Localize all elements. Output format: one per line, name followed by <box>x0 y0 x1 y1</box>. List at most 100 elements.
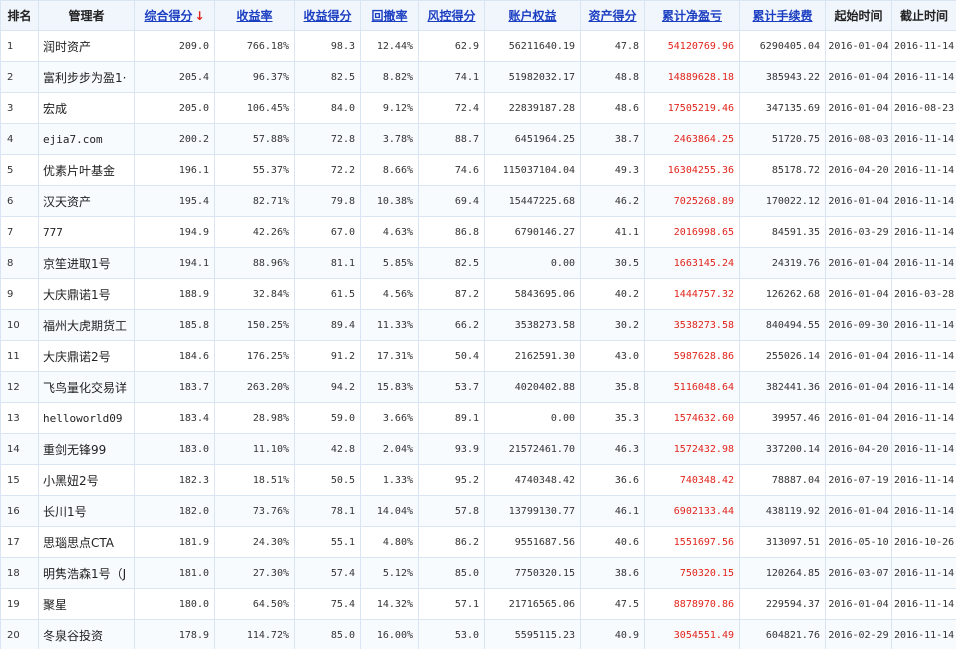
cell-fees: 170022.12 <box>739 185 826 217</box>
sort-fees-link[interactable]: 累计手续费 <box>752 9 812 23</box>
cell-start-date: 2016-04-20 <box>825 154 892 186</box>
cell-return-score: 81.1 <box>294 247 361 279</box>
cell-manager[interactable]: 聚星 <box>38 588 135 620</box>
cell-asset-score: 35.3 <box>580 402 645 434</box>
cell-end-date: 2016-11-14 <box>891 495 956 527</box>
cell-drawdown: 3.78% <box>360 123 419 155</box>
header-rank: 排名 <box>0 0 39 31</box>
cell-manager[interactable]: 777 <box>38 216 135 248</box>
header-composite-score[interactable]: 综合得分 ↓ <box>134 0 215 31</box>
cell-return-score: 75.4 <box>294 588 361 620</box>
header-risk-score[interactable]: 风控得分 <box>418 0 485 31</box>
cell-return-score: 72.8 <box>294 123 361 155</box>
cell-composite-score: 205.0 <box>134 92 215 124</box>
cell-return-score: 59.0 <box>294 402 361 434</box>
cell-rank: 12 <box>0 371 39 403</box>
cell-fees: 84591.35 <box>739 216 826 248</box>
cell-manager[interactable]: 小黑妞2号 <box>38 464 135 496</box>
sort-composite-link[interactable]: 综合得分 <box>144 9 192 23</box>
sort-return-rate-link[interactable]: 收益率 <box>236 9 272 23</box>
sort-risk-score-link[interactable]: 风控得分 <box>427 9 475 23</box>
cell-composite-score: 188.9 <box>134 278 215 310</box>
cell-rank: 3 <box>0 92 39 124</box>
cell-composite-score: 194.9 <box>134 216 215 248</box>
table-row: 8 京笙进取1号 194.1 88.96% 81.1 5.85% 82.5 0.00 30.5 1… <box>0 247 956 279</box>
cell-drawdown: 3.66% <box>360 402 419 434</box>
cell-risk-score: 74.6 <box>418 154 485 186</box>
cell-start-date: 2016-01-04 <box>825 185 892 217</box>
table-row: 14 重剑无锋99 183.0 11.10% 42.8 2.04% 93.9 21572461… <box>0 433 956 465</box>
cell-rank: 19 <box>0 588 39 620</box>
cell-start-date: 2016-04-20 <box>825 433 892 465</box>
cell-rank: 18 <box>0 557 39 589</box>
cell-risk-score: 69.4 <box>418 185 485 217</box>
table-header: 排名 管理者 综合得分 ↓ 收益率 收益得分 回撤率 风控得分 账户权益 资产得分… <box>0 0 956 31</box>
cell-manager[interactable]: 冬泉谷投资 <box>38 619 135 649</box>
sort-drawdown-link[interactable]: 回撤率 <box>371 9 407 23</box>
header-fees[interactable]: 累计手续费 <box>739 0 826 31</box>
cell-return-score: 89.4 <box>294 309 361 341</box>
cell-manager[interactable]: 明隽浩森1号（J <box>38 557 135 589</box>
cell-equity: 56211640.19 <box>484 30 581 62</box>
cell-manager[interactable]: 思瑙思点CTA <box>38 526 135 558</box>
cell-drawdown: 12.44% <box>360 30 419 62</box>
header-return-score[interactable]: 收益得分 <box>294 0 361 31</box>
cell-equity: 51982032.17 <box>484 61 581 93</box>
cell-return-score: 98.3 <box>294 30 361 62</box>
cell-return-rate: 150.25% <box>214 309 295 341</box>
cell-manager[interactable]: 汉天资产 <box>38 185 135 217</box>
cell-start-date: 2016-08-03 <box>825 123 892 155</box>
sort-asset-score-link[interactable]: 资产得分 <box>588 9 636 23</box>
cell-return-score: 85.0 <box>294 619 361 649</box>
cell-rank: 9 <box>0 278 39 310</box>
cell-manager[interactable]: 长川1号 <box>38 495 135 527</box>
header-equity[interactable]: 账户权益 <box>484 0 581 31</box>
cell-composite-score: 180.0 <box>134 588 215 620</box>
cell-fees: 313097.51 <box>739 526 826 558</box>
cell-drawdown: 4.80% <box>360 526 419 558</box>
cell-manager[interactable]: 富利步步为盈1· <box>38 61 135 93</box>
sort-return-score-link[interactable]: 收益得分 <box>303 9 351 23</box>
table-row: 1 润时资产 209.0 766.18% 98.3 12.44% 62.9 56211640.… <box>0 30 956 62</box>
cell-composite-score: 200.2 <box>134 123 215 155</box>
cell-manager[interactable]: 润时资产 <box>38 30 135 62</box>
cell-start-date: 2016-09-30 <box>825 309 892 341</box>
header-net-pnl[interactable]: 累计净盈亏 <box>644 0 740 31</box>
header-drawdown[interactable]: 回撤率 <box>360 0 419 31</box>
cell-net-pnl: 14889628.18 <box>644 61 740 93</box>
cell-fees: 85178.72 <box>739 154 826 186</box>
table-row: 7 777 194.9 42.26% 67.0 4.63% 86.8 6790146.27 41… <box>0 216 956 248</box>
cell-manager[interactable]: 飞鸟量化交易详 <box>38 371 135 403</box>
cell-manager[interactable]: 大庆鼎诺1号 <box>38 278 135 310</box>
sort-equity-link[interactable]: 账户权益 <box>508 9 556 23</box>
cell-composite-score: 182.0 <box>134 495 215 527</box>
cell-equity: 4020402.88 <box>484 371 581 403</box>
cell-return-rate: 114.72% <box>214 619 295 649</box>
table-body: 1 润时资产 209.0 766.18% 98.3 12.44% 62.9 56211640.… <box>0 30 956 649</box>
cell-manager[interactable]: 重剑无锋99 <box>38 433 135 465</box>
cell-return-rate: 42.26% <box>214 216 295 248</box>
cell-asset-score: 43.0 <box>580 340 645 372</box>
cell-manager[interactable]: 大庆鼎诺2号 <box>38 340 135 372</box>
cell-risk-score: 86.2 <box>418 526 485 558</box>
sort-net-pnl-link[interactable]: 累计净盈亏 <box>662 9 722 23</box>
cell-manager[interactable]: 福州大虎期货工 <box>38 309 135 341</box>
cell-equity: 3538273.58 <box>484 309 581 341</box>
cell-rank: 6 <box>0 185 39 217</box>
header-return-rate[interactable]: 收益率 <box>214 0 295 31</box>
cell-manager[interactable]: helloworld09 <box>38 402 135 434</box>
cell-manager[interactable]: 宏成 <box>38 92 135 124</box>
cell-asset-score: 36.6 <box>580 464 645 496</box>
header-manager: 管理者 <box>38 0 135 31</box>
table-row: 9 大庆鼎诺1号 188.9 32.84% 61.5 4.56% 87.2 5843695.0… <box>0 278 956 310</box>
cell-return-rate: 64.50% <box>214 588 295 620</box>
cell-net-pnl: 1574632.60 <box>644 402 740 434</box>
cell-equity: 6790146.27 <box>484 216 581 248</box>
cell-net-pnl: 750320.15 <box>644 557 740 589</box>
header-asset-score[interactable]: 资产得分 <box>580 0 645 31</box>
cell-drawdown: 1.33% <box>360 464 419 496</box>
cell-manager[interactable]: 优素片叶基金 <box>38 154 135 186</box>
cell-manager[interactable]: ejia7.com <box>38 123 135 155</box>
cell-asset-score: 46.1 <box>580 495 645 527</box>
cell-manager[interactable]: 京笙进取1号 <box>38 247 135 279</box>
